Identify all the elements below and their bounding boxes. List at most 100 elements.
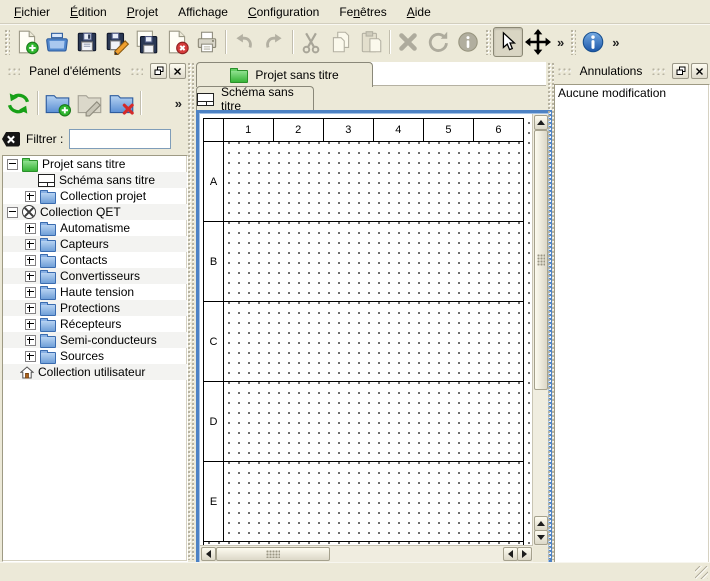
scroll-left-button[interactable] <box>201 547 216 561</box>
tree-item-contacts[interactable]: Contacts <box>3 252 187 268</box>
horizontal-scrollbar[interactable] <box>200 545 533 562</box>
tree-item-recepteurs[interactable]: Récepteurs <box>3 316 187 332</box>
open-project-button[interactable] <box>42 27 72 57</box>
tree-item-schema-sans-titre[interactable]: Schéma sans titre <box>3 172 187 188</box>
rotate-icon <box>425 29 451 55</box>
tree-item-sources[interactable]: Sources <box>3 348 187 364</box>
close-panel-button[interactable] <box>169 63 186 79</box>
folder-icon <box>40 224 56 236</box>
elements-panel-titlebar[interactable]: Panel d'éléments <box>2 62 186 80</box>
about-info-button[interactable] <box>578 27 608 57</box>
expander-minus-icon[interactable] <box>7 207 18 218</box>
select-mode-button[interactable] <box>493 27 523 57</box>
menu-configuration[interactable]: Configuration <box>238 2 329 22</box>
scroll-down-button[interactable] <box>534 530 548 545</box>
expander-plus-icon[interactable] <box>25 319 36 330</box>
tree-item-label: Protections <box>60 301 120 315</box>
tree-item-collection-projet[interactable]: Collection projet <box>3 188 187 204</box>
diagram-canvas[interactable]: 123456 ABCDE <box>200 114 533 546</box>
expander-plus-icon[interactable] <box>25 351 36 362</box>
undo-button[interactable] <box>229 27 259 57</box>
tree-item-label: Semi-conducteurs <box>60 333 157 347</box>
menubar: FichierÉditionProjetAffichageConfigurati… <box>0 0 710 23</box>
scroll-right-button[interactable] <box>517 547 532 561</box>
close-panel-button[interactable] <box>691 63 708 79</box>
tree-item-collection-qet[interactable]: Collection QET <box>3 204 187 220</box>
tree-item-protections[interactable]: Protections <box>3 300 187 316</box>
expander-plus-icon[interactable] <box>25 191 36 202</box>
cut-button[interactable] <box>296 27 326 57</box>
delete-category-button[interactable] <box>105 87 137 119</box>
menu-fichier[interactable]: Fichier <box>4 2 60 22</box>
scroll-up-button[interactable] <box>534 516 548 531</box>
cursor-arrow-icon <box>497 31 519 53</box>
expander-plus-icon[interactable] <box>25 239 36 250</box>
expander-plus-icon[interactable] <box>25 223 36 234</box>
toolbar-drag-handle[interactable] <box>570 29 576 55</box>
grid-row-label: D <box>204 382 224 461</box>
tree-item-projet-sans-titre[interactable]: Projet sans titre <box>3 156 187 172</box>
clear-filter-icon[interactable] <box>2 132 20 147</box>
save-all-button[interactable] <box>132 27 162 57</box>
scroll-up-button[interactable] <box>534 115 548 130</box>
tab-project[interactable]: Projet sans titre <box>196 62 373 87</box>
menu-fenetres[interactable]: Fenêtres <box>329 2 396 22</box>
delete-button[interactable] <box>393 27 423 57</box>
left-splitter[interactable] <box>187 62 194 560</box>
undo-list-item[interactable]: Aucune modification <box>555 85 709 102</box>
expander-plus-icon[interactable] <box>25 255 36 266</box>
element-info-button[interactable] <box>453 27 483 57</box>
print-button[interactable] <box>192 27 222 57</box>
right-splitter[interactable] <box>547 62 554 560</box>
folder-delete-icon <box>108 90 135 117</box>
vertical-scrollbar[interactable] <box>532 114 548 546</box>
tree-item-haute-tension[interactable]: Haute tension <box>3 284 187 300</box>
menu-affichage[interactable]: Affichage <box>168 2 238 22</box>
toolbar-overflow-button[interactable]: » <box>608 35 623 50</box>
resize-grip-icon[interactable] <box>695 566 708 579</box>
tree-item-capteurs[interactable]: Capteurs <box>3 236 187 252</box>
save-icon <box>74 29 100 55</box>
filter-input[interactable] <box>69 129 171 149</box>
new-project-button[interactable] <box>12 27 42 57</box>
expander-plus-icon[interactable] <box>25 303 36 314</box>
panel-toolbar-overflow-button[interactable]: » <box>171 96 186 111</box>
undo-history-list: Aucune modification <box>554 84 710 565</box>
save-as-button[interactable] <box>102 27 132 57</box>
toolbar-drag-handle[interactable] <box>4 29 10 55</box>
grid-row-label: E <box>204 462 224 541</box>
tree-item-automatisme[interactable]: Automatisme <box>3 220 187 236</box>
toolbar-separator <box>37 91 38 115</box>
expander-plus-icon[interactable] <box>25 335 36 346</box>
copy-button[interactable] <box>326 27 356 57</box>
expander-plus-icon[interactable] <box>25 271 36 282</box>
tree-item-convertisseurs[interactable]: Convertisseurs <box>3 268 187 284</box>
float-panel-button[interactable] <box>672 63 689 79</box>
rotate-button[interactable] <box>423 27 453 57</box>
vertical-scroll-thumb[interactable] <box>534 130 548 390</box>
save-button[interactable] <box>72 27 102 57</box>
undo-panel-titlebar[interactable]: Annulations <box>552 62 708 80</box>
paste-button[interactable] <box>356 27 386 57</box>
redo-button[interactable] <box>259 27 289 57</box>
tree-item-semi-conducteurs[interactable]: Semi-conducteurs <box>3 332 187 348</box>
expander-plus-icon[interactable] <box>25 287 36 298</box>
scroll-left-button[interactable] <box>503 547 518 561</box>
project-tabbar-empty <box>371 62 546 86</box>
tree-item-collection-utilisateur[interactable]: Collection utilisateur <box>3 364 187 380</box>
edit-category-button[interactable] <box>73 87 105 119</box>
float-panel-button[interactable] <box>150 63 167 79</box>
menu-projet[interactable]: Projet <box>117 2 168 22</box>
toolbar-overflow-button[interactable]: » <box>553 35 568 50</box>
reload-collections-button[interactable] <box>2 87 34 119</box>
horizontal-scroll-thumb[interactable] <box>216 547 330 561</box>
triangle-left-icon <box>206 550 211 558</box>
expander-minus-icon[interactable] <box>7 159 18 170</box>
close-file-button[interactable] <box>162 27 192 57</box>
menu-aide[interactable]: Aide <box>397 2 441 22</box>
menu-edition[interactable]: Édition <box>60 2 117 22</box>
new-category-button[interactable] <box>41 87 73 119</box>
tab-schema[interactable]: Schéma sans titre <box>196 86 314 111</box>
toolbar-drag-handle[interactable] <box>485 29 491 55</box>
move-mode-button[interactable] <box>523 27 553 57</box>
